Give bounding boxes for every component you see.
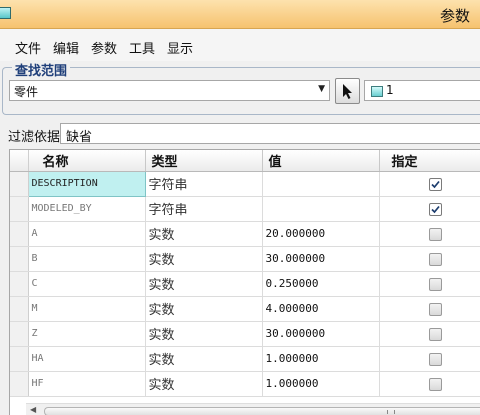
column-header-value[interactable]: 值 (262, 150, 380, 172)
designate-checkbox[interactable] (428, 302, 442, 316)
column-header-name[interactable]: 名称 (28, 150, 146, 172)
designate-checkbox[interactable] (428, 202, 442, 216)
table-row[interactable]: B 实数 30.000000 (10, 246, 480, 272)
menu-tools[interactable]: 工具 (129, 38, 155, 57)
designate-cell[interactable] (379, 321, 480, 347)
param-value-cell[interactable]: 1.000000 (262, 371, 380, 397)
param-value-cell[interactable] (262, 196, 380, 222)
checkmark-icon (430, 205, 440, 213)
designate-cell[interactable] (379, 196, 480, 222)
table-row[interactable]: M 实数 4.000000 (10, 296, 480, 322)
param-name-cell[interactable]: M (28, 296, 146, 322)
param-type-cell[interactable]: 实数 (145, 296, 263, 322)
designate-cell[interactable] (379, 271, 480, 297)
designate-checkbox[interactable] (428, 277, 442, 291)
menu-parameters[interactable]: 参数 (91, 38, 117, 57)
designate-cell[interactable] (379, 371, 480, 397)
table-header-row: 名称 类型 值 指定 (10, 150, 480, 172)
column-header-designate[interactable]: 指定 (379, 150, 480, 172)
param-name-cell[interactable]: HF (28, 371, 146, 397)
param-type-cell[interactable]: 实数 (145, 346, 263, 372)
row-header[interactable] (10, 246, 29, 272)
row-header[interactable] (10, 296, 29, 322)
param-name-cell[interactable]: B (28, 246, 146, 272)
param-type-cell[interactable]: 实数 (145, 321, 263, 347)
row-header[interactable] (10, 171, 29, 197)
menu-bar: 文件 编辑 参数 工具 显示 (0, 29, 480, 61)
scope-value: 零件 (14, 85, 39, 99)
menu-display[interactable]: 显示 (167, 38, 193, 57)
app-part-icon (0, 7, 11, 19)
param-value-cell[interactable] (262, 171, 380, 197)
scroll-left-icon[interactable]: ◀ (30, 405, 36, 414)
table-row[interactable]: A 实数 20.000000 (10, 221, 480, 247)
param-name-cell[interactable]: C (28, 271, 146, 297)
param-value-cell[interactable]: 1.000000 (262, 346, 380, 372)
designate-cell[interactable] (379, 246, 480, 272)
filter-value: 缺省 (66, 130, 93, 145)
search-range-title: 查找范围 (12, 60, 71, 79)
param-name-cell[interactable]: DESCRIPTION (27, 170, 146, 197)
row-header-corner (10, 150, 29, 172)
param-name-cell[interactable]: A (28, 221, 146, 247)
table-row[interactable]: MODELED_BY 字符串 (10, 196, 480, 222)
param-type-cell[interactable]: 实数 (145, 246, 263, 272)
param-type-cell[interactable]: 实数 (145, 221, 263, 247)
cursor-arrow-icon (343, 84, 352, 99)
designate-cell[interactable] (379, 221, 480, 247)
scrollbar-grip-icon (387, 410, 395, 414)
param-value-cell[interactable]: 4.000000 (262, 296, 380, 322)
row-header[interactable] (10, 221, 29, 247)
table-row[interactable]: DESCRIPTION 字符串 (10, 170, 480, 197)
param-name-cell[interactable]: MODELED_BY (28, 196, 146, 222)
row-header[interactable] (10, 196, 29, 222)
part-icon (371, 86, 383, 97)
filter-field[interactable]: 缺省 (60, 123, 480, 145)
row-header[interactable] (10, 271, 29, 297)
param-value-cell[interactable]: 30.000000 (262, 246, 380, 272)
param-value-cell[interactable]: 20.000000 (262, 221, 380, 247)
select-pointer-button[interactable] (335, 78, 360, 104)
window-title: 参数 (439, 7, 470, 25)
param-type-cell[interactable]: 字符串 (145, 171, 263, 197)
designate-checkbox[interactable] (428, 352, 442, 366)
menu-edit[interactable]: 编辑 (53, 38, 79, 57)
menu-file[interactable]: 文件 (15, 38, 41, 57)
row-header[interactable] (10, 371, 29, 397)
table-row[interactable]: Z 实数 30.000000 (10, 321, 480, 347)
row-header[interactable] (10, 346, 29, 372)
param-type-cell[interactable]: 实数 (145, 271, 263, 297)
param-value-cell[interactable]: 0.250000 (262, 271, 380, 297)
param-type-cell[interactable]: 字符串 (145, 196, 263, 222)
column-header-type[interactable]: 类型 (145, 150, 263, 172)
designate-checkbox[interactable] (428, 227, 442, 241)
scrollbar-thumb[interactable] (44, 407, 480, 415)
dropdown-arrow-icon[interactable]: ▼ (318, 84, 325, 94)
table-row[interactable]: HA 实数 1.000000 (10, 346, 480, 372)
horizontal-scrollbar[interactable]: ◀ (26, 403, 480, 415)
selected-object-label: 1 (386, 83, 394, 97)
filter-label: 过滤依据 (8, 130, 61, 145)
param-value-cell[interactable]: 30.000000 (262, 321, 380, 347)
param-type-cell[interactable]: 实数 (145, 371, 263, 397)
param-name-cell[interactable]: Z (28, 321, 146, 347)
designate-checkbox[interactable] (428, 327, 442, 341)
designate-cell[interactable] (379, 346, 480, 372)
param-name-cell[interactable]: HA (28, 346, 146, 372)
parameter-table: 名称 类型 值 指定 DESCRIPTION 字符串 MODELED_BY 字符… (9, 149, 480, 415)
checkmark-icon (430, 180, 440, 188)
title-bar: 参数 (0, 0, 480, 29)
table-row[interactable]: C 实数 0.250000 (10, 271, 480, 297)
designate-checkbox[interactable] (428, 377, 442, 391)
designate-checkbox[interactable] (428, 252, 442, 266)
designate-cell[interactable] (379, 171, 480, 197)
designate-checkbox[interactable] (428, 177, 442, 191)
table-row[interactable]: HF 实数 1.000000 (10, 371, 480, 397)
designate-cell[interactable] (379, 296, 480, 322)
row-header[interactable] (10, 321, 29, 347)
selected-object-field[interactable]: 1 (364, 80, 480, 101)
scope-dropdown[interactable]: 零件 ▼ (9, 80, 330, 101)
